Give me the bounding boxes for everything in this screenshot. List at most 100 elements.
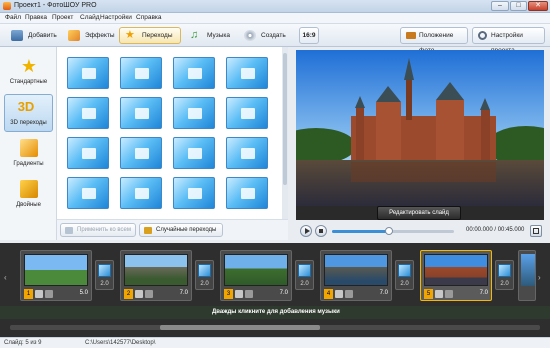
menu-edit[interactable]: Правка: [25, 14, 47, 21]
random-transitions-label: Случайные переходы: [156, 227, 217, 233]
app-window: Проект1 - ФотоШОУ PRO – □ ✕ Файл Правка …: [0, 0, 550, 348]
scroll-left-icon[interactable]: ‹: [4, 273, 7, 282]
transition-tile[interactable]: [67, 137, 109, 169]
menu-slide[interactable]: Слайд: [80, 14, 100, 21]
transition-preview-icon: [82, 68, 96, 79]
slide-thumbnail-3[interactable]: 3 7.0: [220, 250, 292, 301]
edit-pencil-icon[interactable]: [135, 290, 143, 298]
tab-create[interactable]: Создать: [238, 27, 290, 44]
timeline-scrollbar[interactable]: [10, 325, 540, 330]
transition-tile[interactable]: [120, 57, 162, 89]
transition-tile[interactable]: [67, 177, 109, 209]
sound-icon[interactable]: [345, 290, 353, 298]
transition-duration: 2.0: [500, 281, 509, 287]
tab-transitions[interactable]: ★ Переходы: [119, 27, 181, 44]
playback-knob[interactable]: [385, 227, 394, 235]
category-3d[interactable]: 3D 3D переходы: [4, 94, 53, 132]
fullscreen-button[interactable]: [530, 225, 542, 237]
transition-slot-2[interactable]: 2.0: [195, 260, 214, 290]
menu-file[interactable]: Файл: [5, 14, 21, 21]
slide-thumbnail-5[interactable]: 5 7.0: [420, 250, 492, 301]
music-hint: Дважды кликните для добавления музыки: [212, 309, 340, 315]
category-double[interactable]: Двойные: [4, 176, 53, 214]
slide-thumbnail-1[interactable]: 1 5.0: [20, 250, 92, 301]
edit-slide-button[interactable]: Редактировать слайд: [377, 206, 461, 220]
transition-preview-icon: [241, 148, 255, 159]
slide-thumbnail-4[interactable]: 4 7.0: [320, 250, 392, 301]
transition-tile[interactable]: [173, 57, 215, 89]
transition-preview-icon: [188, 188, 202, 199]
transition-tile[interactable]: [226, 177, 268, 209]
menu-project[interactable]: Проект: [52, 14, 73, 21]
menu-help[interactable]: Справка: [136, 14, 162, 21]
edit-pencil-icon[interactable]: [335, 290, 343, 298]
tab-music[interactable]: ♫ Музыка: [184, 27, 234, 44]
slide-duration: 5.0: [79, 290, 88, 296]
aspect-ratio-button[interactable]: 16:9: [299, 27, 319, 44]
play-button[interactable]: [300, 225, 312, 237]
scroll-right-icon[interactable]: ›: [538, 273, 546, 285]
transition-slot-1[interactable]: 2.0: [95, 260, 114, 290]
transition-tile[interactable]: [173, 97, 215, 129]
category-standard[interactable]: ★ Стандартные: [4, 53, 53, 91]
stop-button[interactable]: [315, 225, 327, 237]
player-controls: 00:00.000 / 00:45.000: [296, 222, 544, 240]
sound-icon[interactable]: [145, 290, 153, 298]
transitions-scrollbar[interactable]: [282, 47, 288, 219]
transition-slot-3[interactable]: 2.0: [295, 260, 314, 290]
timeline-scrollbar-thumb[interactable]: [160, 325, 320, 330]
sound-icon[interactable]: [245, 290, 253, 298]
slide-image: [224, 254, 288, 286]
slide-info-row: 3 7.0: [224, 289, 290, 300]
edit-pencil-icon[interactable]: [435, 290, 443, 298]
category-gradients[interactable]: Градиенты: [4, 135, 53, 173]
transition-tile[interactable]: [226, 57, 268, 89]
transition-tile[interactable]: [226, 137, 268, 169]
slide-timeline: ‹ 1 5.0 2.0 2 7.0 2.0 3 7.0 2.0 4 7.0 2.…: [0, 243, 550, 337]
edit-pencil-icon[interactable]: [35, 290, 43, 298]
transition-tile[interactable]: [173, 177, 215, 209]
slide-thumbnail-2[interactable]: 2 7.0: [120, 250, 192, 301]
tab-create-label: Создать: [261, 32, 286, 39]
transition-tile[interactable]: [120, 137, 162, 169]
transition-slot-5[interactable]: 2.0: [495, 260, 514, 290]
transition-preview-icon: [135, 108, 149, 119]
transition-tile[interactable]: [120, 97, 162, 129]
play-icon: [305, 228, 310, 234]
tab-add[interactable]: Добавить: [5, 27, 57, 44]
project-settings-button[interactable]: Настройки проекта: [472, 27, 545, 54]
music-track[interactable]: Дважды кликните для добавления музыки: [0, 306, 550, 319]
scrollbar-thumb[interactable]: [283, 53, 287, 185]
transitions-grid: [57, 47, 287, 219]
category-gradients-label: Градиенты: [13, 161, 44, 167]
transition-slot-4[interactable]: 2.0: [395, 260, 414, 290]
category-double-label: Двойные: [16, 202, 41, 208]
sound-icon[interactable]: [445, 290, 453, 298]
transitions-star-icon: ★: [125, 29, 135, 41]
photo-position-button[interactable]: Положение фото: [400, 27, 468, 54]
apply-to-all-button[interactable]: Применить ко всем: [60, 223, 136, 237]
slide-image: [424, 254, 488, 286]
tab-effects[interactable]: Эффекты: [62, 27, 116, 44]
transition-tile[interactable]: [120, 177, 162, 209]
transition-tile[interactable]: [173, 137, 215, 169]
edit-pencil-icon[interactable]: [235, 290, 243, 298]
transition-tile[interactable]: [67, 57, 109, 89]
double-icon: [20, 180, 38, 198]
slide-thumbnail-partial[interactable]: [518, 250, 536, 301]
transition-tile[interactable]: [67, 97, 109, 129]
transition-tile[interactable]: [226, 97, 268, 129]
random-transitions-button[interactable]: Случайные переходы: [139, 223, 223, 237]
transition-icon: [198, 264, 211, 277]
project-path: C:\Users\142577\Desktop\: [85, 340, 156, 346]
playback-slider[interactable]: [332, 227, 454, 235]
transition-preview-icon: [188, 68, 202, 79]
slide-count: Слайд: 5 из 9: [4, 340, 42, 346]
minimize-button[interactable]: –: [491, 1, 509, 11]
sound-icon[interactable]: [45, 290, 53, 298]
maximize-button[interactable]: □: [510, 1, 527, 11]
category-standard-label: Стандартные: [9, 79, 48, 85]
menu-settings[interactable]: Настройки: [100, 14, 132, 21]
close-button[interactable]: ✕: [528, 1, 548, 11]
slide-image: [324, 254, 388, 286]
